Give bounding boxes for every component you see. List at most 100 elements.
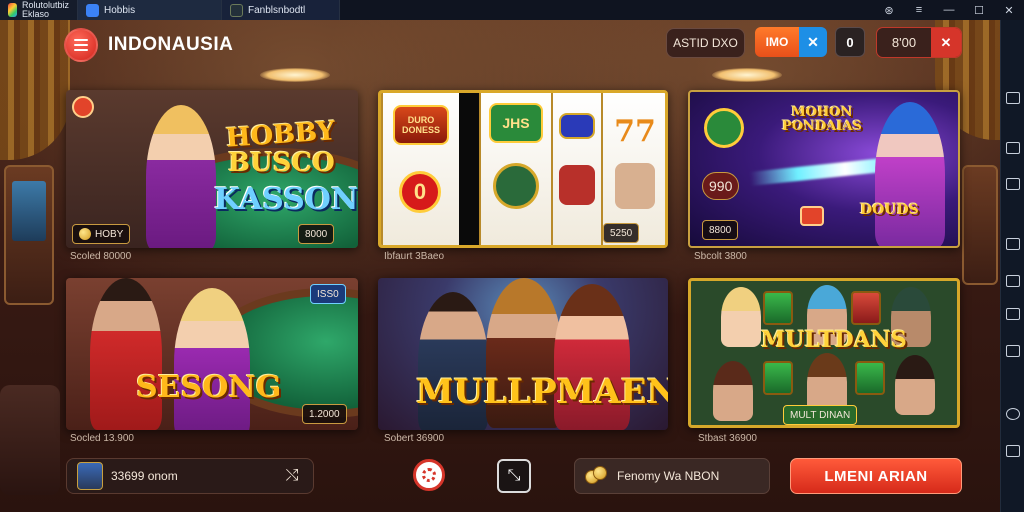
coin-icon bbox=[79, 228, 91, 240]
bonus-tag: 990 bbox=[702, 172, 740, 200]
background-slot-machine bbox=[4, 165, 54, 305]
jackpot-tag: 8800 bbox=[702, 220, 739, 240]
sidebar-tool-icon[interactable] bbox=[1006, 345, 1020, 357]
sidebar-tool-icon[interactable] bbox=[1006, 92, 1020, 104]
coin-icon bbox=[704, 108, 744, 148]
sidebar-tool-icon[interactable] bbox=[1006, 142, 1020, 154]
game-title: BUSCO bbox=[228, 148, 335, 178]
reel-symbol: 77 bbox=[614, 113, 656, 149]
reel-symbol: 0 bbox=[399, 171, 441, 213]
expand-icon: ⤡ bbox=[507, 467, 521, 484]
game-card-mullpmaens[interactable]: MULLPMAENS bbox=[378, 278, 668, 430]
character-art bbox=[721, 287, 761, 347]
game-card-sesong[interactable]: SESONG ISS0 1.2000 bbox=[66, 278, 358, 430]
character-art bbox=[146, 105, 216, 248]
game-card-hobby-kasson[interactable]: HOBBY BUSCO KASSON HOBY 8000 bbox=[66, 90, 358, 248]
reel-symbol: DURO DONESS bbox=[393, 105, 449, 145]
game-card-multdans[interactable]: MULTDANS MULT DINAN bbox=[688, 278, 960, 428]
game-title: SESONG bbox=[136, 370, 282, 405]
game-subtitle: MULT DINAN bbox=[783, 405, 858, 425]
minimize-icon[interactable]: — bbox=[934, 0, 964, 20]
reel-symbol bbox=[493, 163, 539, 209]
grid-symbol bbox=[855, 361, 885, 395]
game-title: KASSON bbox=[214, 182, 358, 217]
mode-switch: IMO ✕ 0 bbox=[755, 27, 865, 59]
coins-close-icon[interactable]: ✕ bbox=[931, 28, 961, 57]
tab-fanbl[interactable]: Fanblsnbodtl bbox=[222, 0, 340, 20]
reel-symbol bbox=[559, 113, 595, 139]
help-icon[interactable]: ⊛ bbox=[874, 0, 904, 20]
game-tag: HOBY bbox=[72, 224, 131, 244]
card-caption: Socled 13.900 bbox=[70, 433, 134, 444]
tab-sublabel: Eklaso bbox=[21, 9, 49, 19]
maximize-icon[interactable]: ☐ bbox=[964, 0, 994, 20]
card-caption: Ibfaurt 3Baeo bbox=[384, 251, 445, 262]
tab-hobbis[interactable]: Hobbis bbox=[78, 0, 222, 20]
reel-symbol bbox=[615, 163, 655, 209]
casino-chip-button[interactable] bbox=[413, 459, 445, 491]
jackpot-tag: 8000 bbox=[298, 224, 335, 244]
card-caption: Sbcolt 3800 bbox=[694, 251, 747, 262]
card-caption: Sobert 36900 bbox=[384, 433, 445, 444]
grid-symbol bbox=[851, 291, 881, 325]
mode-close-icon[interactable]: ✕ bbox=[799, 27, 827, 57]
card-caption: Scoled 80000 bbox=[70, 251, 132, 262]
chip-icon bbox=[422, 468, 436, 482]
emulator-sidebar bbox=[1000, 20, 1024, 512]
avatar bbox=[77, 462, 103, 490]
character-art bbox=[875, 102, 945, 246]
jackpot-tag: 1.2000 bbox=[302, 404, 347, 424]
emulator-titlebar: Rolutolutbiz Eklaso Hobbis Fanblsnbodtl … bbox=[0, 0, 1024, 20]
sidebar-tool-icon[interactable] bbox=[1006, 275, 1020, 287]
tab-label: Fanblsnbodtl bbox=[248, 4, 306, 16]
game-title: MULLPMAENS bbox=[416, 372, 668, 412]
character-art bbox=[807, 353, 847, 413]
character-art bbox=[90, 278, 162, 430]
sidebar-tool-icon[interactable] bbox=[1006, 178, 1020, 190]
tab-app-home[interactable]: Rolutolutbiz Eklaso bbox=[0, 0, 78, 20]
close-icon[interactable]: ✕ bbox=[994, 0, 1024, 20]
app-logo-icon bbox=[8, 3, 17, 17]
menu-button[interactable] bbox=[64, 28, 98, 62]
badge-icon bbox=[800, 206, 824, 226]
play-cta-button[interactable]: LMENI ARIAN bbox=[790, 458, 962, 494]
coins-icon bbox=[585, 466, 609, 486]
character-art bbox=[174, 288, 250, 430]
character-art bbox=[895, 355, 935, 415]
settings-gear-icon[interactable] bbox=[1006, 408, 1020, 420]
reel-symbol: JHS bbox=[489, 103, 543, 143]
tab-label: Hobbis bbox=[104, 4, 136, 16]
profile-bar[interactable]: 33699 onom ⤭ bbox=[66, 458, 314, 494]
hamburger-icon bbox=[74, 39, 88, 41]
app-icon bbox=[230, 3, 243, 17]
shuffle-icon[interactable]: ⤭ bbox=[281, 465, 303, 487]
sidebar-tool-icon[interactable] bbox=[1006, 238, 1020, 250]
coins-pill[interactable]: 8'00 ✕ bbox=[876, 27, 962, 58]
top-tag: ISS0 bbox=[310, 284, 346, 304]
character-art bbox=[713, 361, 753, 421]
game-card-slot-reels[interactable]: DURO DONESS 0 JHS 77 5250 bbox=[378, 90, 668, 248]
background-slot-machine bbox=[962, 165, 998, 285]
rewards-bar[interactable]: Fenomy Wa NBON bbox=[574, 458, 770, 494]
brand-title: INDONAUSIA bbox=[108, 34, 234, 55]
slot-reel-divider bbox=[459, 93, 479, 245]
game-card-mohon-pondaias[interactable]: MOHON PONDAIAS 990 DOUDS 8800 bbox=[688, 90, 960, 248]
ceiling-lamp bbox=[260, 68, 330, 82]
game-subtitle: DOUDS bbox=[860, 202, 919, 218]
window-controls: ⊛ ≡ — ☐ ✕ bbox=[874, 0, 1024, 20]
app-icon bbox=[86, 3, 99, 17]
sidebar-tool-icon[interactable] bbox=[1006, 445, 1020, 457]
rewards-text: Fenomy Wa NBON bbox=[617, 469, 720, 483]
mode-extra-button[interactable]: 0 bbox=[835, 27, 865, 57]
game-title: MOHON PONDAIAS bbox=[782, 105, 862, 134]
balance-pill[interactable]: ASTID DXO bbox=[666, 28, 745, 58]
game-title: MULTDANS bbox=[761, 327, 907, 353]
background-chair bbox=[0, 385, 60, 495]
coins-value: 8'00 bbox=[891, 35, 917, 50]
mode-button[interactable]: IMO bbox=[755, 27, 799, 57]
grid-symbol bbox=[763, 291, 793, 325]
expand-button[interactable]: ⤡ bbox=[497, 459, 531, 493]
sidebar-tool-icon[interactable] bbox=[1006, 308, 1020, 320]
jackpot-tag: 5250 bbox=[603, 223, 640, 243]
menu-icon[interactable]: ≡ bbox=[904, 0, 934, 20]
